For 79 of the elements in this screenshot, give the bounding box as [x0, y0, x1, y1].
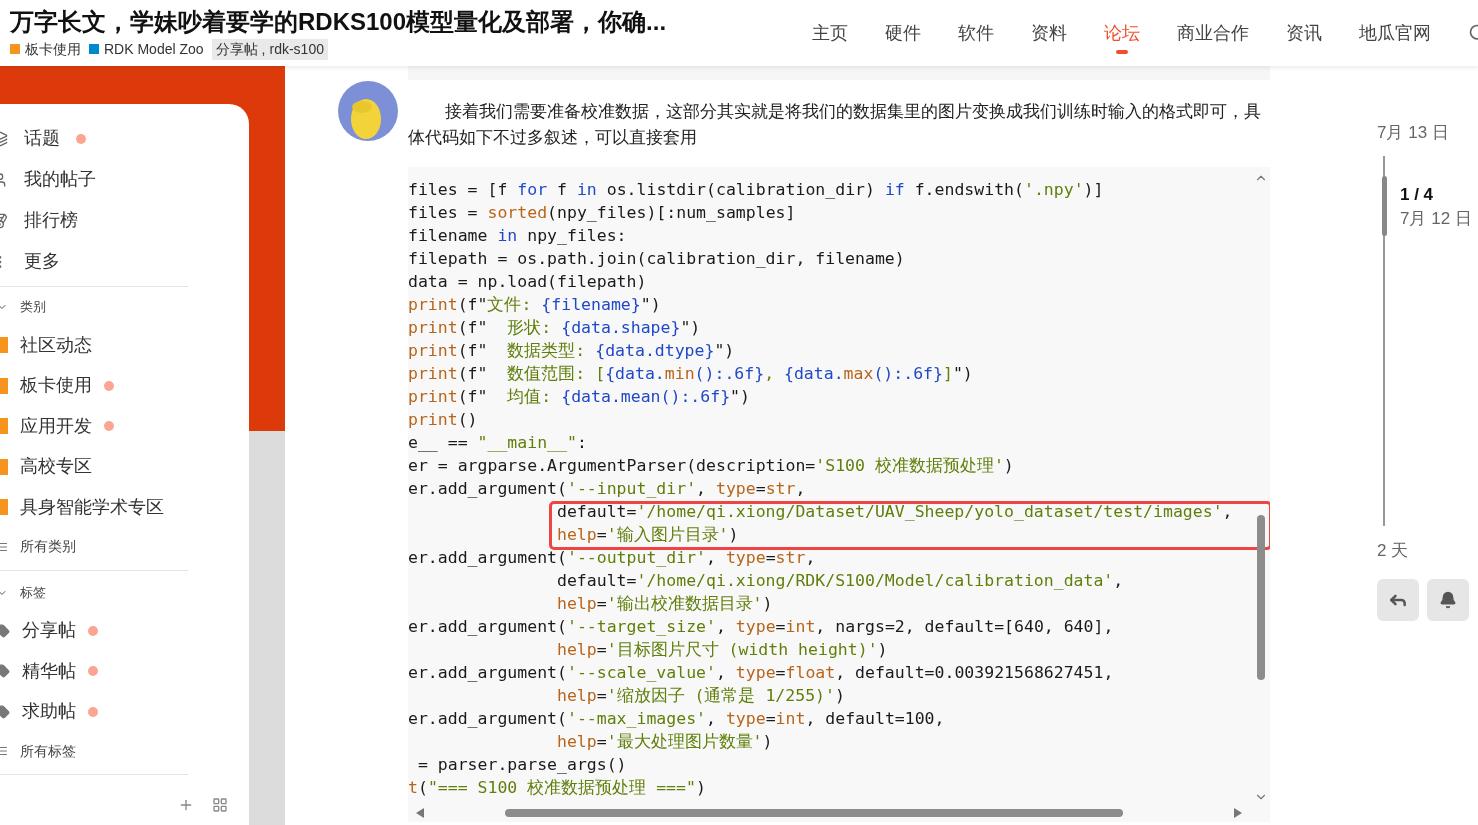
- sidebar-link[interactable]: 具身智能学术专区: [20, 493, 164, 521]
- avatar[interactable]: [338, 81, 398, 141]
- sidebar-link[interactable]: 更多: [24, 248, 60, 275]
- tag-icon: [0, 623, 10, 638]
- sidebar-link[interactable]: 精华帖: [22, 657, 76, 685]
- timeline-track[interactable]: [1383, 155, 1385, 526]
- timeline-position: 1 / 4: [1400, 183, 1435, 206]
- code-line: default='/home/qi.xiong/Dataset/UAV_Sheep/yolo_dataset/test/images',: [557, 501, 1233, 523]
- grid-icon[interactable]: [212, 797, 228, 813]
- plus-icon[interactable]: [178, 797, 194, 813]
- code-line: print(): [408, 409, 478, 431]
- tag-chip[interactable]: 分享帖: [211, 38, 262, 60]
- code-line: filepath = os.path.join(calibration_dir, filename): [408, 248, 905, 270]
- timeline-date[interactable]: 2 天: [1377, 537, 1478, 563]
- sidebar-link[interactable]: 排行榜: [24, 207, 78, 234]
- nav-tab[interactable]: 论坛: [1104, 0, 1140, 66]
- sidebar-link[interactable]: 我的帖子: [24, 166, 96, 193]
- code-line: er = argparse.ArgumentParser(description='S100 校准数据预处理'): [408, 455, 1014, 477]
- active-indicator: [1116, 50, 1128, 54]
- sidebar-link[interactable]: 所有类别: [20, 536, 76, 557]
- post-paragraph: 接着我们需要准备校准数据，这部分其实就是将我们的数据集里的图片变换成我们训练时输入的格式即可，具体代码如下不过多叙述，可以直接套用: [408, 101, 1263, 149]
- code-line: help='输出校准数据目录'): [557, 593, 773, 615]
- nav-tab[interactable]: 资讯: [1286, 0, 1322, 66]
- code-line: files = [f for f in os.listdir(calibration_dir) if f.endswith('.npy')]: [408, 179, 1104, 201]
- sidebar-link[interactable]: 高校专区: [20, 453, 92, 481]
- sidebar-link[interactable]: 话题: [24, 125, 60, 152]
- separator-comma: ,: [261, 38, 266, 60]
- nav-tab[interactable]: 资料: [1031, 0, 1067, 66]
- sidebar-link[interactable]: 分享帖: [22, 617, 76, 645]
- sidebar-link[interactable]: 社区动态: [20, 331, 92, 359]
- code-line: print(f" 形状: {data.shape}"): [408, 317, 701, 339]
- scroll-left-icon[interactable]: [416, 808, 424, 818]
- code-line: help='输入图片目录'): [557, 524, 739, 546]
- code-line: er.add_argument('--target_size', type=int, nargs=2, default=[640, 640],: [408, 616, 1114, 638]
- code-line: filename in npy_files:: [408, 225, 627, 247]
- code-line: er.add_argument('--scale_value', type=float, default=0.003921568627451,: [408, 662, 1114, 684]
- code-line: e__ == "__main__":: [408, 432, 587, 454]
- notification-button[interactable]: [1427, 579, 1469, 621]
- code-line: er.add_argument('--max_images', type=int, default=100,: [408, 708, 945, 730]
- category-link[interactable]: RDK Model Zoo: [104, 38, 204, 60]
- code-line: t("=== S100 校准数据预处理 ==="): [408, 777, 706, 799]
- scroll-right-icon[interactable]: [1234, 808, 1242, 818]
- code-line: help='最大处理图片数量'): [557, 731, 773, 753]
- code-line: print(f" 数据类型: {data.dtype}"): [408, 340, 735, 362]
- nav-tab[interactable]: 主页: [812, 0, 848, 66]
- timeline-date: 7月 12 日: [1400, 207, 1472, 230]
- timeline-handle[interactable]: [1382, 175, 1387, 236]
- code-line: er.add_argument('--output_dir', type=str,: [408, 547, 816, 569]
- code-line: files = sorted(npy_files)[:num_samples]: [408, 202, 796, 224]
- timeline-date[interactable]: 7月 13 日: [1377, 120, 1478, 146]
- sidebar-link[interactable]: 应用开发: [20, 412, 92, 440]
- tag-icon: [0, 704, 10, 719]
- sidebar-link[interactable]: 求助帖: [22, 698, 76, 726]
- scrollbar-thumb[interactable]: [505, 809, 1123, 817]
- scrollbar-thumb[interactable]: [1257, 515, 1265, 680]
- nav-tab[interactable]: 硬件: [885, 0, 921, 66]
- list-icon: [0, 540, 8, 553]
- code-line: er.add_argument('--input_dir', type=str,: [408, 478, 806, 500]
- topic-title: 万字长文，学妹吵着要学的RDKS100模型量化及部署，你确...: [10, 6, 667, 37]
- code-line: = parser.parse_args(): [416, 754, 627, 776]
- sidebar-link[interactable]: 板卡使用: [20, 372, 92, 400]
- tag-icon: [0, 664, 10, 679]
- code-line: print(f"文件: {filename}"): [408, 294, 661, 316]
- nav-tab[interactable]: 地瓜官网: [1359, 0, 1431, 66]
- sidebar-link[interactable]: 所有标签: [20, 740, 76, 762]
- nav-tab[interactable]: 软件: [958, 0, 994, 66]
- bell-icon: [1439, 591, 1457, 609]
- nav-tab[interactable]: 商业合作: [1177, 0, 1249, 66]
- section-heading: 类别: [20, 298, 46, 317]
- code-line: data = np.load(filepath): [408, 271, 647, 293]
- code-line: print(f" 均值: {data.mean():.6f}"): [408, 386, 750, 408]
- section-heading: 标签: [20, 583, 46, 602]
- code-line: help='缩放因子 (通常是 1/255)'): [557, 685, 845, 707]
- reply-button[interactable]: [1377, 579, 1419, 621]
- category-link[interactable]: 板卡使用: [25, 38, 81, 60]
- tag-chip[interactable]: rdk-s100: [265, 38, 328, 60]
- code-line: default='/home/qi.xiong/RDK/S100/Model/calibration_data',: [557, 570, 1124, 592]
- code-line: print(f" 数值范围: [{data.min():.6f}, {data.max():.6f}]"): [408, 363, 973, 385]
- code-line: help='目标图片尺寸 (width height)'): [557, 639, 888, 661]
